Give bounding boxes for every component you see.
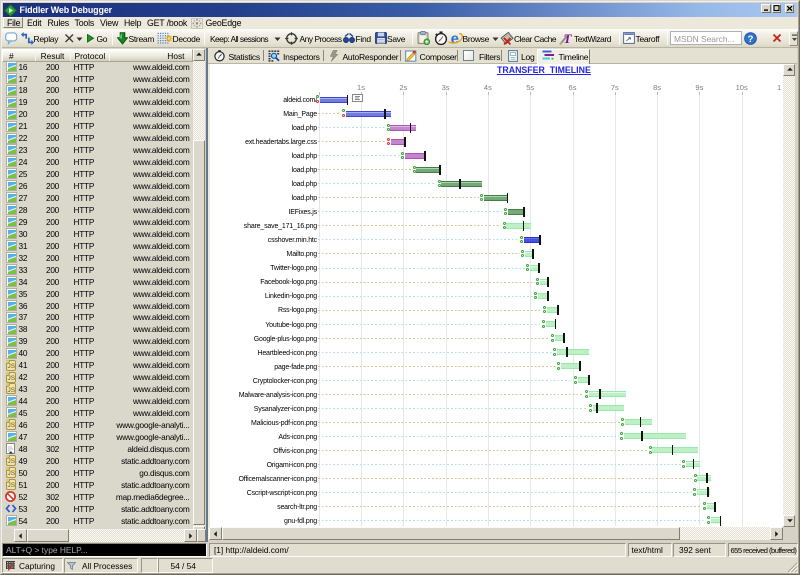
svg-text:?: ? bbox=[748, 34, 754, 45]
svg-text:T: T bbox=[564, 31, 573, 46]
svg-text:e: e bbox=[450, 30, 458, 47]
